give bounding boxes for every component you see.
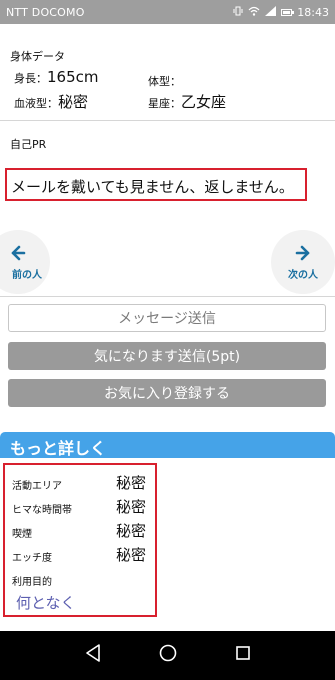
arrow-right-icon <box>295 245 310 260</box>
wifi-icon <box>248 6 260 19</box>
self-pr-text: メールを戴いても見ません、返しません。 <box>5 168 307 201</box>
detail-box: 活動エリア 秘密 ヒマな時間帯 秘密 喫煙 秘密 エッチ度 秘密 利用目的 何と… <box>3 463 157 617</box>
prev-person-button[interactable]: 前の人 <box>0 230 50 294</box>
detail-value: 秘密 <box>116 498 147 516</box>
more-detail-header: もっと詳しく <box>0 432 335 458</box>
send-message-button[interactable]: メッセージ送信 <box>8 304 326 332</box>
system-nav-bar <box>0 631 335 680</box>
divider <box>0 120 335 121</box>
body-type-field: 体型： <box>148 71 181 89</box>
recent-apps-icon[interactable] <box>234 643 252 663</box>
star-sign-label: 星座： <box>148 97 181 110</box>
blood-type-value: 秘密 <box>58 93 89 111</box>
home-icon[interactable] <box>158 643 178 663</box>
height-value: 165cm <box>47 68 99 86</box>
detail-label: エッチ度 <box>12 553 52 564</box>
battery-icon <box>281 8 295 16</box>
height-label: 身長： <box>14 72 47 85</box>
detail-value: 秘密 <box>116 522 147 540</box>
detail-label: 活動エリア <box>12 481 62 492</box>
blood-type-field: 血液型：秘密 <box>14 91 88 112</box>
purpose-value: 何となく <box>16 594 76 612</box>
send-interest-button[interactable]: 気になります送信(5pt) <box>8 342 326 370</box>
prev-person-label: 前の人 <box>12 269 42 281</box>
blood-type-label: 血液型： <box>14 97 58 110</box>
body-data-title: 身体データ <box>10 50 65 63</box>
detail-label: 喫煙 <box>12 529 32 540</box>
carrier-name: NTT DOCOMO <box>6 5 85 19</box>
signal-icon <box>265 5 277 19</box>
next-person-label: 次の人 <box>288 269 318 281</box>
body-type-label: 体型： <box>148 75 181 88</box>
add-favorite-button[interactable]: お気に入り登録する <box>8 379 326 407</box>
detail-value: 秘密 <box>116 474 147 492</box>
self-pr-title: 自己PR <box>10 138 47 151</box>
clock: 18:43 <box>297 5 329 19</box>
status-bar: NTT DOCOMO 18:43 <box>0 0 335 24</box>
star-sign-field: 星座：乙女座 <box>148 91 226 112</box>
height-field: 身長：165cm <box>14 68 99 86</box>
back-icon[interactable] <box>84 643 102 663</box>
detail-label: ヒマな時間帯 <box>12 505 72 516</box>
star-sign-value: 乙女座 <box>181 93 227 111</box>
arrow-left-icon <box>11 245 26 260</box>
detail-value: 秘密 <box>116 546 147 564</box>
purpose-label: 利用目的 <box>12 577 52 588</box>
next-person-button[interactable]: 次の人 <box>271 230 335 294</box>
divider <box>0 296 335 297</box>
vibrate-icon <box>233 6 243 19</box>
